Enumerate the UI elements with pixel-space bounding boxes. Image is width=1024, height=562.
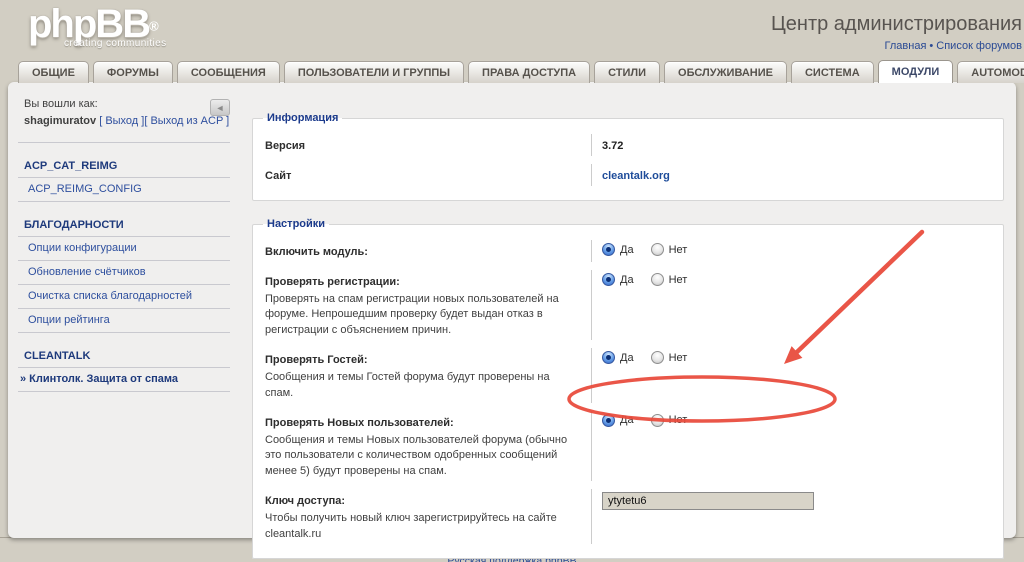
setting-row-access-key: Ключ доступа: Чтобы получить новый ключ …: [263, 485, 993, 548]
setting-description: Сообщения и темы Гостей форума будут про…: [265, 370, 577, 401]
tab-styles[interactable]: СТИЛИ: [594, 61, 660, 83]
acp-page: phpBB® creating communities Центр админи…: [0, 0, 1024, 562]
setting-label: Проверять Новых пользователей:: [265, 417, 454, 429]
radio-yes[interactable]: [602, 414, 615, 427]
settings-fieldset: Настройки Включить модуль: Да Нет: [252, 218, 1004, 559]
sidebar-item-rating-options[interactable]: Опции рейтинга: [18, 309, 230, 333]
sidebar-item-cleantalk-antispam[interactable]: »Клинтолк. Защита от спама: [18, 368, 230, 392]
username: shagimuratov: [24, 115, 96, 127]
radio-no-label[interactable]: Нет: [669, 414, 688, 426]
tab-posting[interactable]: СООБЩЕНИЯ: [177, 61, 280, 83]
tab-users-groups[interactable]: ПОЛЬЗОВАТЕЛИ И ГРУППЫ: [284, 61, 464, 83]
menu-heading-acp-cat-reimg[interactable]: ACP_CAT_REIMG: [18, 156, 230, 178]
logout-acp-link[interactable]: [ Выход из ACP ]: [144, 115, 229, 127]
radio-yes[interactable]: [602, 351, 615, 364]
radio-yes-label[interactable]: Да: [620, 274, 634, 286]
setting-description: Чтобы получить новый ключ зарегистрируйт…: [265, 511, 577, 542]
radio-no-label[interactable]: Нет: [669, 244, 688, 256]
radio-no-label[interactable]: Нет: [669, 274, 688, 286]
info-row-site: Сайт cleantalk.org: [263, 160, 993, 190]
nav-link-forum-index[interactable]: Список форумов: [936, 40, 1022, 52]
login-info: Вы вошли как: shagimuratov [ Выход ][ Вы…: [18, 94, 230, 143]
version-label: Версия: [265, 140, 305, 152]
collapse-arrow-icon: ◄: [216, 103, 225, 113]
radio-group-check-new-users: Да Нет: [602, 413, 993, 427]
setting-description: Проверять на спам регистрации новых поль…: [265, 292, 577, 338]
registered-mark: ®: [149, 19, 159, 34]
site-link[interactable]: cleantalk.org: [602, 170, 670, 182]
tab-system[interactable]: СИСТЕМА: [791, 61, 874, 83]
setting-label: Проверять регистрации:: [265, 276, 400, 288]
setting-row-enable-module: Включить модуль: Да Нет: [263, 236, 993, 266]
tab-forums[interactable]: ФОРУМЫ: [93, 61, 173, 83]
setting-label: Ключ доступа:: [265, 495, 345, 507]
radio-yes-label[interactable]: Да: [620, 414, 634, 426]
sidebar-item-clear-thanks-list[interactable]: Очистка списка благодарностей: [18, 285, 230, 309]
radio-yes-label[interactable]: Да: [620, 244, 634, 256]
setting-label: Проверять Гостей:: [265, 354, 368, 366]
header-nav: Главная•Список форумов: [771, 40, 1022, 52]
phpbb-logo-tagline: creating communities: [64, 38, 166, 49]
tab-automod[interactable]: AUTOMOD: [957, 61, 1024, 83]
version-value: 3.72: [602, 140, 623, 152]
sidebar-item-counters-update[interactable]: Обновление счётчиков: [18, 261, 230, 285]
menu-section-thanks: БЛАГОДАРНОСТИ Опции конфигурации Обновле…: [18, 215, 230, 333]
radio-no[interactable]: [651, 273, 664, 286]
tab-modules[interactable]: МОДУЛИ: [878, 60, 954, 83]
info-legend: Информация: [263, 112, 342, 124]
access-key-input[interactable]: [602, 492, 814, 510]
site-label: Сайт: [265, 170, 291, 182]
setting-row-check-registrations: Проверять регистрации: Проверять на спам…: [263, 266, 993, 344]
menu-section-cleantalk: CLEANTALK »Клинтолк. Защита от спама: [18, 346, 230, 392]
tab-bar: ОБЩИЕ ФОРУМЫ СООБЩЕНИЯ ПОЛЬЗОВАТЕЛИ И ГР…: [18, 60, 1024, 83]
phpbb-logo[interactable]: phpBB® creating communities: [28, 2, 166, 49]
sidebar: Вы вошли как: shagimuratov [ Выход ][ Вы…: [18, 94, 230, 392]
menu-heading-cleantalk[interactable]: CLEANTALK: [18, 346, 230, 368]
info-row-version: Версия 3.72: [263, 130, 993, 160]
radio-yes[interactable]: [602, 273, 615, 286]
nav-separator: •: [926, 40, 936, 52]
setting-description: Сообщения и темы Новых пользователей фор…: [265, 433, 577, 479]
sidebar-collapse-button[interactable]: ◄: [210, 99, 230, 116]
radio-group-enable-module: Да Нет: [602, 242, 993, 256]
main-panel: Вы вошли как: shagimuratov [ Выход ][ Вы…: [8, 82, 1016, 538]
logout-link[interactable]: [ Выход ]: [99, 115, 144, 127]
logged-in-as-label: Вы вошли как:: [24, 96, 228, 113]
tab-general[interactable]: ОБЩИЕ: [18, 61, 89, 83]
radio-group-check-guests: Да Нет: [602, 350, 993, 364]
content-area: Информация Версия 3.72 Сайт cleantalk.or…: [252, 112, 1004, 562]
radio-yes-label[interactable]: Да: [620, 352, 634, 364]
settings-legend: Настройки: [263, 218, 329, 230]
radio-no[interactable]: [651, 243, 664, 256]
active-item-marker: »: [20, 373, 26, 385]
nav-link-home[interactable]: Главная: [885, 40, 927, 52]
radio-yes[interactable]: [602, 243, 615, 256]
tab-maintenance[interactable]: ОБСЛУЖИВАНИЕ: [664, 61, 787, 83]
radio-group-check-registrations: Да Нет: [602, 272, 993, 286]
header-right: Центр администрирования Главная•Список ф…: [771, 13, 1022, 52]
page-title: Центр администрирования: [771, 13, 1022, 36]
tab-permissions[interactable]: ПРАВА ДОСТУПА: [468, 61, 590, 83]
setting-row-check-guests: Проверять Гостей: Сообщения и темы Госте…: [263, 344, 993, 407]
sidebar-item-acp-reimg-config[interactable]: ACP_REIMG_CONFIG: [18, 178, 230, 202]
radio-no[interactable]: [651, 351, 664, 364]
menu-heading-thanks[interactable]: БЛАГОДАРНОСТИ: [18, 215, 230, 237]
radio-no[interactable]: [651, 414, 664, 427]
radio-no-label[interactable]: Нет: [669, 352, 688, 364]
sidebar-item-config-options[interactable]: Опции конфигурации: [18, 237, 230, 261]
menu-section-reimg: ACP_CAT_REIMG ACP_REIMG_CONFIG: [18, 156, 230, 202]
setting-row-check-new-users: Проверять Новых пользователей: Сообщения…: [263, 407, 993, 485]
info-fieldset: Информация Версия 3.72 Сайт cleantalk.or…: [252, 112, 1004, 201]
setting-label: Включить модуль:: [265, 246, 368, 258]
